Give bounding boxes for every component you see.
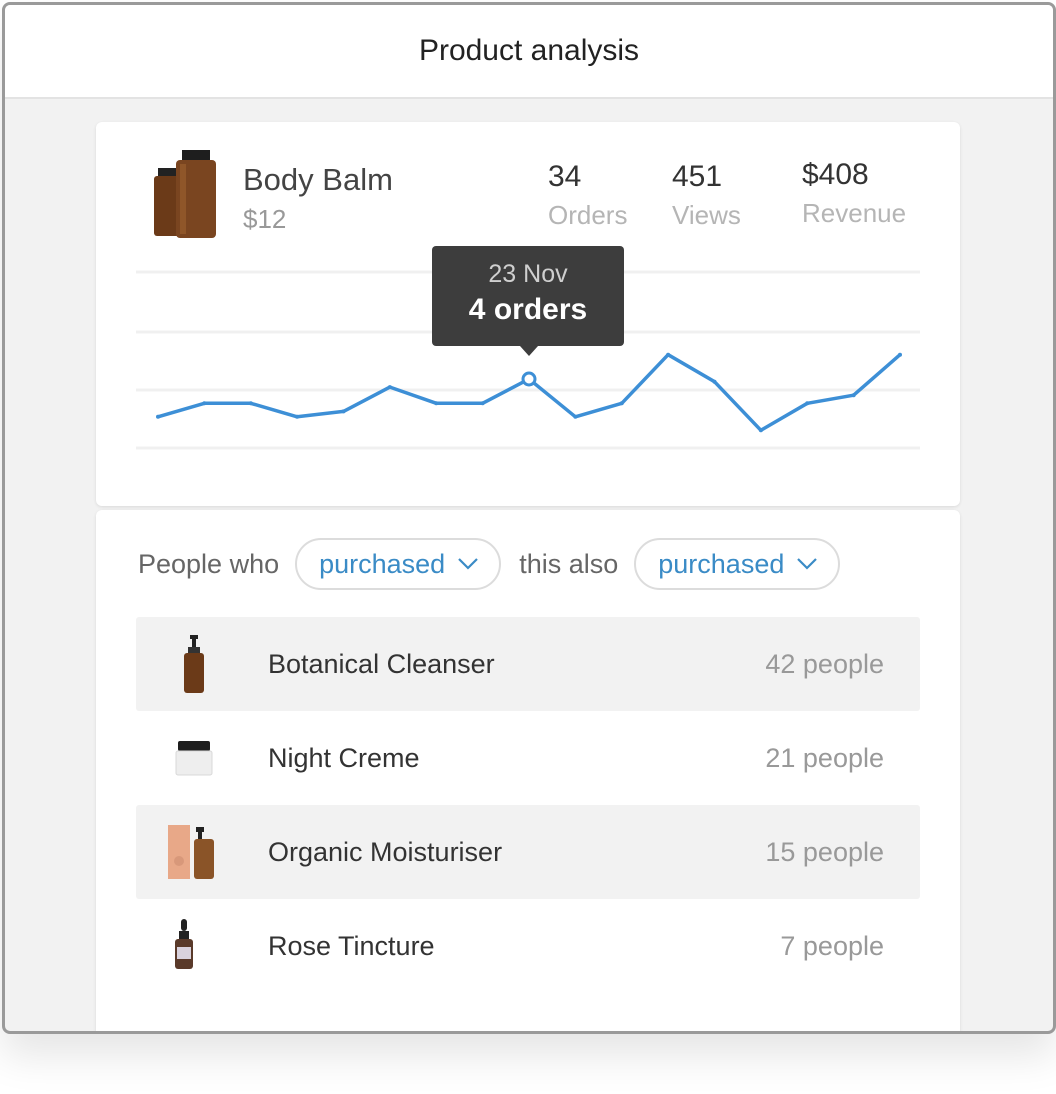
chart-data-point[interactable]: [341, 409, 346, 414]
list-item-count: 21 people: [765, 742, 884, 773]
chart-data-point[interactable]: [712, 379, 717, 384]
filter-prefix: People who: [138, 548, 280, 579]
product-name: Body Balm: [243, 162, 393, 197]
chart-data-point[interactable]: [573, 414, 578, 419]
dropper-bottle-icon: [175, 919, 193, 969]
chart-data-point[interactable]: [619, 401, 624, 406]
stat-views: 451 Views: [672, 160, 741, 231]
list-item-name: Night Creme: [268, 742, 420, 773]
chart-series-line: [157, 352, 902, 433]
filter-sentence: People who purchased this also purchased: [138, 538, 858, 590]
tooltip-value: 4 orders: [468, 293, 588, 326]
list-item[interactable]: Organic Moisturiser 15 people: [136, 805, 920, 899]
chart-data-point[interactable]: [758, 428, 763, 433]
chart-tooltip: 23 Nov 4 orders: [432, 246, 624, 356]
first-action-value: purchased: [319, 548, 446, 579]
second-action-value: purchased: [658, 548, 785, 579]
chart-data-point[interactable]: [666, 352, 671, 357]
list-item[interactable]: Rose Tincture 7 people: [136, 899, 920, 993]
stat-orders: 34 Orders: [548, 160, 627, 231]
amber-bottles-icon: [154, 150, 216, 238]
chart-data-point[interactable]: [434, 401, 439, 406]
list-item-count: 7 people: [780, 930, 884, 961]
cream-jar-icon: [175, 741, 213, 776]
stat-revenue-value: $408: [802, 158, 869, 191]
chart-data-point[interactable]: [480, 401, 485, 406]
list-item-count: 15 people: [765, 836, 884, 867]
stat-revenue: $408 Revenue: [802, 158, 906, 229]
box-and-bottle-icon: [168, 825, 214, 879]
second-action-dropdown[interactable]: purchased: [634, 538, 841, 590]
stat-orders-value: 34: [548, 160, 582, 193]
product-summary-card: Body Balm $12 34 Orders 451 Views $408 R…: [96, 122, 960, 506]
list-item-name: Organic Moisturiser: [268, 836, 503, 867]
chart-data-point[interactable]: [851, 393, 856, 398]
chart-data-point[interactable]: [156, 414, 160, 419]
stat-revenue-label: Revenue: [802, 198, 907, 228]
product-analysis-window: Product analysis Body Balm $12 34 Orders…: [2, 2, 1056, 1034]
stat-orders-label: Orders: [548, 200, 628, 230]
product-price: $12: [243, 204, 287, 234]
list-item[interactable]: Night Creme 21 people: [136, 711, 920, 805]
list-item-name: Botanical Cleanser: [268, 648, 495, 679]
list-item-name: Rose Tincture: [268, 930, 435, 961]
related-products-list: Botanical Cleanser 42 people Night Creme…: [136, 617, 920, 993]
chart-highlight-point[interactable]: [521, 371, 537, 387]
list-item[interactable]: Botanical Cleanser 42 people: [136, 617, 920, 711]
chart-data-point[interactable]: [295, 414, 300, 419]
chart-data-point[interactable]: [202, 401, 207, 406]
list-item-count: 42 people: [765, 648, 884, 679]
chevron-down-icon: [458, 558, 478, 570]
chart-data-point[interactable]: [898, 352, 902, 357]
stat-views-value: 451: [672, 160, 723, 193]
related-products-card: People who purchased this also purchased: [96, 510, 960, 1031]
chart-data-point[interactable]: [805, 401, 810, 406]
chart-data-point[interactable]: [248, 401, 253, 406]
pump-bottle-icon: [184, 635, 204, 693]
window-title: Product analysis: [5, 5, 1053, 99]
chevron-down-icon: [797, 558, 818, 570]
chart-data-point[interactable]: [387, 385, 392, 390]
tooltip-date: 23 Nov: [488, 260, 568, 288]
first-action-dropdown[interactable]: purchased: [295, 538, 502, 590]
filter-middle: this also: [519, 548, 619, 579]
stat-views-label: Views: [672, 200, 741, 230]
